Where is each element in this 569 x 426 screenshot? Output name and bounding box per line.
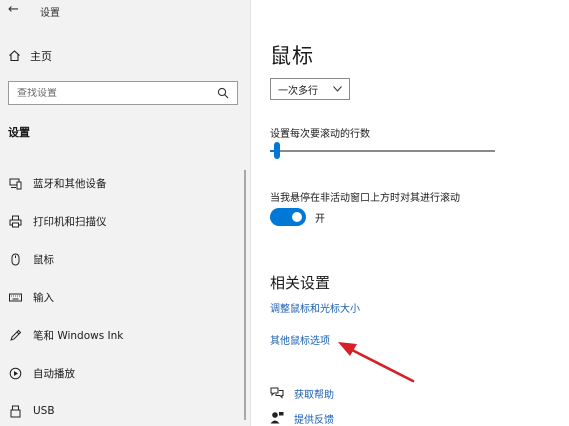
toggle-state-label: 开 — [315, 213, 325, 225]
bluetooth-devices-icon — [8, 176, 22, 190]
feedback-link[interactable]: 提供反馈 — [294, 411, 334, 426]
page-title: 鼠标 — [270, 44, 314, 68]
scroll-mode-dropdown[interactable]: 一次多行 — [270, 78, 350, 100]
sidebar-nav: 蓝牙和其他设备 打印机和扫描仪 鼠标 输入 笔和 Windows Ink 自动播… — [0, 164, 240, 426]
settings-sidebar: ← 设置 主页 设置 蓝牙和其他设备 打印机和扫描仪 — [0, 0, 251, 426]
sidebar-item-usb[interactable]: USB — [0, 392, 240, 426]
inactive-scroll-label: 当我悬停在非活动窗口上方时对其进行滚动 — [270, 193, 460, 204]
pen-icon — [8, 328, 22, 342]
search-box[interactable] — [8, 81, 238, 105]
home-icon — [8, 47, 21, 66]
chevron-down-icon — [333, 84, 342, 95]
dropdown-selected-value: 一次多行 — [278, 85, 318, 97]
usb-icon — [8, 404, 22, 418]
window-title: 设置 — [40, 8, 60, 19]
back-arrow-icon[interactable]: ← — [8, 2, 19, 17]
keyboard-icon — [8, 290, 22, 304]
sidebar-item-label: 鼠标 — [33, 253, 54, 266]
scroll-lines-label: 设置每次要滚动的行数 — [270, 129, 370, 140]
autoplay-icon — [8, 366, 22, 380]
feedback-person-icon — [270, 409, 284, 426]
printer-icon — [8, 214, 22, 228]
related-settings-title: 相关设置 — [270, 274, 331, 292]
home-label: 主页 — [30, 50, 52, 63]
inactive-scroll-toggle-row: 开 — [270, 208, 325, 226]
adjust-mouse-cursor-size-link[interactable]: 调整鼠标和光标大小 — [270, 300, 360, 315]
mouse-settings-page: 鼠标 一次多行 设置每次要滚动的行数 当我悬停在非活动窗口上方时对其进行滚动 开… — [252, 0, 569, 426]
sidebar-item-bluetooth[interactable]: 蓝牙和其他设备 — [0, 164, 240, 202]
sidebar-item-autoplay[interactable]: 自动播放 — [0, 354, 240, 392]
sidebar-item-label: 笔和 Windows Ink — [33, 329, 124, 342]
slider-track — [270, 150, 495, 152]
sidebar-item-printers[interactable]: 打印机和扫描仪 — [0, 202, 240, 240]
slider-thumb[interactable] — [274, 142, 280, 159]
additional-mouse-options-link[interactable]: 其他鼠标选项 — [270, 332, 330, 347]
search-input[interactable] — [17, 87, 217, 99]
get-help-row[interactable]: 获取帮助 — [270, 384, 334, 403]
sidebar-item-typing[interactable]: 输入 — [0, 278, 240, 316]
sidebar-item-label: 输入 — [33, 291, 54, 304]
sidebar-item-label: 自动播放 — [33, 367, 75, 380]
toggle-knob — [292, 212, 302, 222]
get-help-link[interactable]: 获取帮助 — [294, 386, 334, 401]
mouse-icon — [8, 252, 22, 266]
sidebar-item-label: USB — [33, 405, 55, 417]
section-header: 设置 — [8, 126, 30, 139]
inactive-scroll-toggle[interactable] — [270, 208, 306, 226]
sidebar-item-label: 蓝牙和其他设备 — [33, 177, 107, 190]
scroll-lines-slider[interactable] — [270, 142, 495, 160]
sidebar-item-home[interactable]: 主页 — [8, 47, 52, 65]
sidebar-item-label: 打印机和扫描仪 — [33, 215, 107, 228]
sidebar-item-mouse[interactable]: 鼠标 — [0, 240, 240, 278]
help-chat-icon — [270, 384, 284, 403]
feedback-row[interactable]: 提供反馈 — [270, 409, 334, 426]
search-icon[interactable] — [217, 87, 229, 99]
sidebar-item-pen[interactable]: 笔和 Windows Ink — [0, 316, 240, 354]
sidebar-scrollbar[interactable] — [244, 170, 246, 420]
